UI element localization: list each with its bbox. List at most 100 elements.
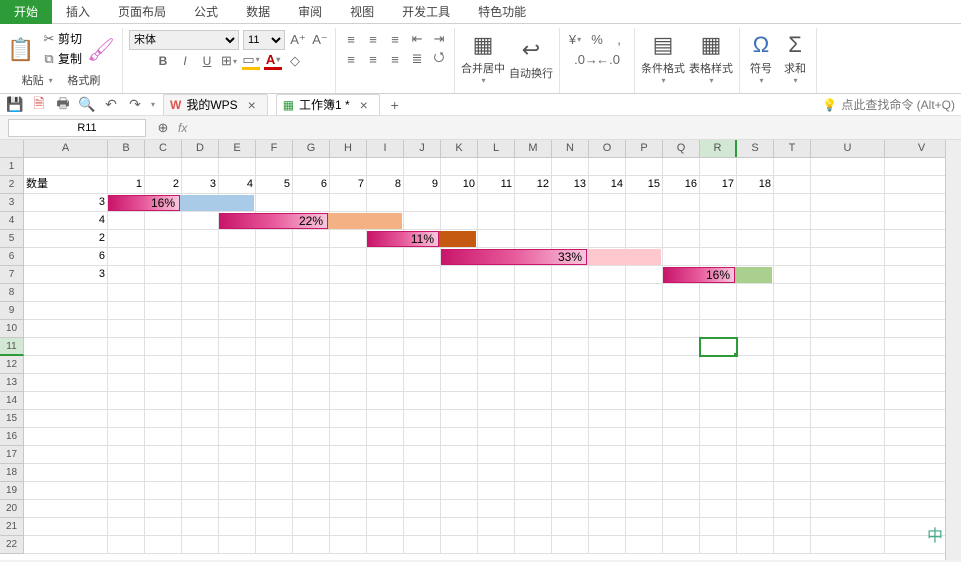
cell[interactable]: 10	[441, 176, 478, 194]
cell[interactable]	[478, 356, 515, 374]
cell[interactable]	[182, 284, 219, 302]
cell[interactable]	[515, 482, 552, 500]
row-header[interactable]: 21	[0, 518, 24, 536]
sum-button[interactable]: Σ求和▾	[780, 30, 810, 85]
cell[interactable]	[774, 392, 811, 410]
cell[interactable]: 5	[256, 176, 293, 194]
underline-icon[interactable]: U	[198, 52, 216, 70]
cell[interactable]	[663, 464, 700, 482]
cell[interactable]	[589, 338, 626, 356]
cell[interactable]	[108, 464, 145, 482]
row-header[interactable]: 8	[0, 284, 24, 302]
cell[interactable]	[700, 392, 737, 410]
cell[interactable]: 12	[515, 176, 552, 194]
cell[interactable]	[219, 464, 256, 482]
cell[interactable]	[774, 176, 811, 194]
cell[interactable]	[256, 518, 293, 536]
cell[interactable]	[441, 500, 478, 518]
cell[interactable]	[737, 518, 774, 536]
cell[interactable]	[330, 446, 367, 464]
cell[interactable]	[24, 302, 108, 320]
cell[interactable]	[367, 374, 404, 392]
font-color-icon[interactable]: A▾	[264, 52, 282, 70]
cell[interactable]	[700, 248, 737, 266]
cell[interactable]	[293, 302, 330, 320]
cell[interactable]	[663, 266, 700, 284]
cell[interactable]	[367, 356, 404, 374]
inc-decimal-icon[interactable]: .0→	[577, 50, 595, 68]
cell[interactable]	[478, 158, 515, 176]
cell[interactable]	[256, 338, 293, 356]
cell[interactable]	[589, 392, 626, 410]
cell[interactable]	[700, 356, 737, 374]
cell[interactable]	[626, 410, 663, 428]
cell[interactable]	[219, 302, 256, 320]
cell[interactable]	[24, 158, 108, 176]
col-header[interactable]: K	[441, 140, 478, 157]
cell[interactable]	[663, 518, 700, 536]
cell[interactable]	[478, 284, 515, 302]
cell[interactable]	[700, 338, 737, 356]
cell[interactable]	[552, 266, 589, 284]
align-top-icon[interactable]: ≡	[342, 30, 360, 48]
cell[interactable]	[663, 302, 700, 320]
cell[interactable]	[182, 158, 219, 176]
menu-dev[interactable]: 开发工具	[388, 0, 464, 24]
cell[interactable]	[145, 392, 182, 410]
cell[interactable]	[24, 446, 108, 464]
cell[interactable]	[330, 158, 367, 176]
cell[interactable]	[515, 266, 552, 284]
cell[interactable]	[626, 392, 663, 410]
cell[interactable]	[256, 464, 293, 482]
cell[interactable]	[478, 320, 515, 338]
cell[interactable]	[552, 428, 589, 446]
close-icon[interactable]: ×	[355, 96, 373, 114]
cell[interactable]	[589, 446, 626, 464]
cell[interactable]	[145, 500, 182, 518]
cell[interactable]	[774, 374, 811, 392]
cell[interactable]	[367, 536, 404, 554]
cell[interactable]	[367, 392, 404, 410]
row-header[interactable]: 12	[0, 356, 24, 374]
cell[interactable]	[293, 158, 330, 176]
cell[interactable]	[219, 212, 256, 230]
cell[interactable]	[478, 374, 515, 392]
cell[interactable]	[367, 230, 404, 248]
cell[interactable]	[737, 356, 774, 374]
cell[interactable]	[182, 392, 219, 410]
row-header[interactable]: 10	[0, 320, 24, 338]
row-header[interactable]: 20	[0, 500, 24, 518]
cell[interactable]	[515, 158, 552, 176]
cell[interactable]	[515, 392, 552, 410]
cell[interactable]	[145, 320, 182, 338]
cell[interactable]	[737, 248, 774, 266]
row-header[interactable]: 16	[0, 428, 24, 446]
comma-icon[interactable]: ,	[610, 30, 628, 48]
cell[interactable]	[700, 230, 737, 248]
cell[interactable]	[182, 194, 219, 212]
cell[interactable]	[293, 320, 330, 338]
cell[interactable]: 9	[404, 176, 441, 194]
cell[interactable]	[774, 230, 811, 248]
cell[interactable]	[219, 446, 256, 464]
cell[interactable]	[293, 374, 330, 392]
cell[interactable]	[256, 482, 293, 500]
col-header[interactable]: M	[515, 140, 552, 157]
cell[interactable]	[663, 392, 700, 410]
cell[interactable]	[24, 428, 108, 446]
cell[interactable]	[552, 410, 589, 428]
cell[interactable]	[737, 266, 774, 284]
cell[interactable]	[367, 194, 404, 212]
col-header[interactable]: E	[219, 140, 256, 157]
cell[interactable]	[441, 194, 478, 212]
cell[interactable]	[293, 212, 330, 230]
cell[interactable]	[108, 320, 145, 338]
cell[interactable]	[108, 500, 145, 518]
cell[interactable]	[182, 536, 219, 554]
cell[interactable]	[811, 410, 885, 428]
cell[interactable]	[404, 464, 441, 482]
cell[interactable]	[256, 428, 293, 446]
cell[interactable]	[219, 284, 256, 302]
cell[interactable]	[700, 410, 737, 428]
cell[interactable]	[293, 446, 330, 464]
